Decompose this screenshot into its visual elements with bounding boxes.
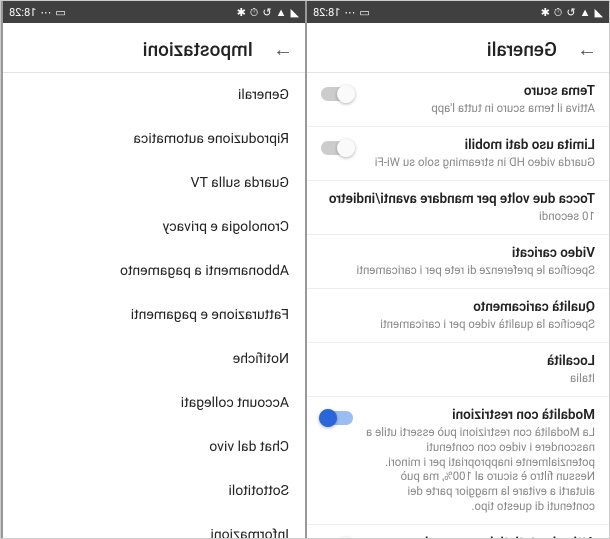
setting-dark-theme[interactable]: Tema scuro Attiva il tema scuro in tutta… [307, 73, 609, 127]
screen-settings: ◢ ▲ ↻ ⏱ ✱ ▭ ⋯ 18:28 ← Impostazioni Gener… [1, 1, 305, 538]
setting-title: Video caricati [321, 245, 595, 261]
toggle-restricted-mode[interactable] [321, 411, 353, 425]
sq-icon: ▭ [359, 7, 369, 18]
setting-subtitle: Specifica le preferenze di rete per i ca… [321, 263, 595, 278]
sq-icon: ▭ [55, 7, 65, 18]
menu-item-subtitles[interactable]: Sottotitoli [3, 469, 305, 513]
setting-subtitle: La Modalità con restrizioni può esserti … [363, 425, 595, 515]
alarm-icon: ⏱ [250, 7, 259, 18]
setting-subtitle: Guarda video HD in streaming solo su Wi-… [363, 155, 595, 170]
header-general: ← Generali [307, 23, 609, 72]
header-settings: ← Impostazioni [3, 23, 305, 72]
screen-general: ◢ ▲ ↻ ⏱ ✱ ▭ ⋯ 18:28 ← Generali Tema scur… [305, 1, 609, 538]
setting-limit-data[interactable]: Limita uso dati mobili Guarda video HD i… [307, 127, 609, 181]
sync-icon: ↻ [566, 7, 575, 18]
menu-list: Generali Riproduzione automatica Guarda … [3, 73, 305, 538]
setting-title: Tema scuro [363, 83, 595, 99]
setting-subtitle: Italia [321, 371, 595, 386]
page-title: Generali [487, 38, 557, 61]
toggle-limit-data[interactable] [321, 141, 353, 155]
menu-item-paid-subs[interactable]: Abbonamenti a pagamento [3, 249, 305, 293]
setting-subtitle: 10 secondi [321, 209, 595, 224]
menu-item-about[interactable]: Informazioni [3, 513, 305, 538]
back-icon[interactable]: ← [273, 37, 293, 62]
wifi-icon: ◢ [291, 7, 299, 18]
setting-location[interactable]: Località Italia [307, 343, 609, 397]
menu-item-autoplay[interactable]: Riproduzione automatica [3, 117, 305, 161]
setting-title: Modalità con restrizioni [363, 407, 595, 423]
menu-item-linked-accounts[interactable]: Account collegati [3, 381, 305, 425]
status-time: 18:28 [313, 6, 340, 19]
setting-title: Limita uso dati mobili [363, 137, 595, 153]
setting-double-tap[interactable]: Tocca due volte per mandare avanti/indie… [307, 181, 609, 235]
more-icon: ⋯ [40, 7, 51, 18]
sync-icon: ↻ [262, 7, 271, 18]
menu-item-notifications[interactable]: Notifiche [3, 337, 305, 381]
setting-title: Attiva le statistiche per nerd [363, 535, 595, 538]
status-bar: ◢ ▲ ↻ ⏱ ✱ ▭ ⋯ 18:28 [307, 1, 609, 23]
menu-item-general[interactable]: Generali [3, 73, 305, 117]
toggle-dark-theme[interactable] [321, 87, 353, 101]
setting-upload-quality[interactable]: Qualità caricamento Specifica la qualità… [307, 289, 609, 343]
menu-item-watch-tv[interactable]: Guarda sulla TV [3, 161, 305, 205]
setting-title: Qualità caricamento [321, 299, 595, 315]
status-time: 18:28 [9, 6, 36, 19]
setting-subtitle: Specifica la qualità video per i caricam… [321, 317, 595, 332]
wifi-icon: ◢ [595, 7, 603, 18]
menu-item-history-privacy[interactable]: Cronologia e privacy [3, 205, 305, 249]
back-icon[interactable]: ← [577, 37, 597, 62]
status-bar: ◢ ▲ ↻ ⏱ ✱ ▭ ⋯ 18:28 [3, 1, 305, 23]
bluetooth-icon: ✱ [237, 7, 246, 18]
bluetooth-icon: ✱ [541, 7, 550, 18]
menu-item-live-chat[interactable]: Chat dal vivo [3, 425, 305, 469]
setting-restricted-mode[interactable]: Modalità con restrizioni La Modalità con… [307, 397, 609, 526]
setting-subtitle: Attiva il tema scuro in tutta l'app [363, 101, 595, 116]
signal-icon: ▲ [580, 7, 591, 18]
setting-title: Tocca due volte per mandare avanti/indie… [321, 191, 595, 207]
more-icon: ⋯ [344, 7, 355, 18]
setting-uploads[interactable]: Video caricati Specifica le preferenze d… [307, 235, 609, 289]
alarm-icon: ⏱ [554, 7, 563, 18]
menu-item-billing[interactable]: Fatturazione e pagamenti [3, 293, 305, 337]
settings-list: Tema scuro Attiva il tema scuro in tutta… [307, 73, 609, 538]
signal-icon: ▲ [276, 7, 287, 18]
page-title: Impostazioni [143, 38, 253, 61]
setting-title: Località [321, 353, 595, 369]
setting-nerd-stats[interactable]: Attiva le statistiche per nerd [307, 525, 609, 538]
